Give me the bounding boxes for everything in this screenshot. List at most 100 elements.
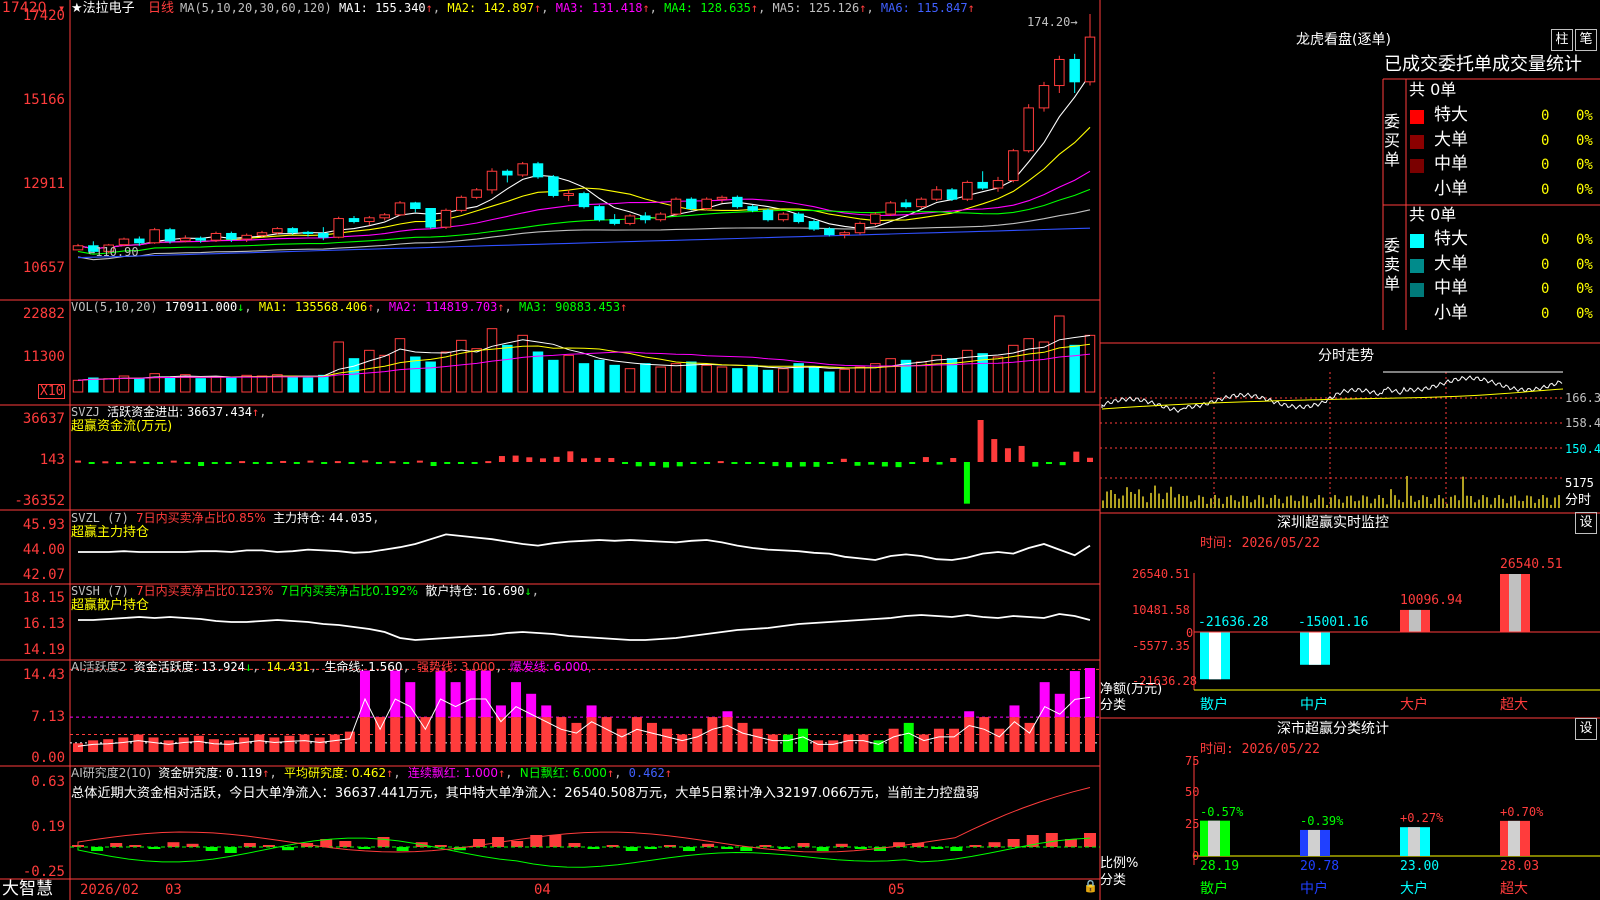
candle-body [871,214,881,223]
candle-body [809,222,819,229]
intraday-vol-bar [1490,505,1492,508]
activity-bar [526,717,536,752]
intraday-vol-bar [1114,494,1116,508]
svzj-bar [1046,462,1052,464]
intraday-vol-bar [1426,497,1428,508]
sell-row-count-1: 0 [1541,258,1549,272]
intraday-vol-bar [1154,486,1156,508]
activity-burst-bar [587,705,597,717]
svzj-bar [143,462,149,464]
volume-bar [1085,335,1095,392]
intraday-tick-3: 150.4 [1565,443,1600,455]
volume-bar [227,378,237,392]
sell-row-pct-1: 0% [1576,258,1593,272]
high-price-marker: 174.20→ [1027,16,1078,28]
stats-change-3: +0.70% [1500,806,1543,818]
monitor-bar-highlight [1309,632,1321,665]
sell-row-count-0: 0 [1541,233,1549,247]
svzj-bar [403,462,409,464]
volume-bar [702,365,712,392]
svzj-tick-2: 143 [40,453,65,467]
buy-total: 共 0单 [1409,82,1456,98]
activity-bar [647,723,657,752]
research-bar [1046,833,1058,847]
svsh-tick-3: 14.19 [23,643,65,657]
intraday-vol-bar [1138,489,1140,508]
research-bar [798,843,810,847]
intraday-vol-bar [1162,499,1164,508]
activity-bar [164,740,174,752]
intraday-vol-bar [1290,495,1292,508]
activity-burst-bar [360,671,370,718]
volume-bar [993,357,1003,392]
activity-bar [300,735,310,752]
intraday-vol-bar [1282,503,1284,508]
activity-bar [677,735,687,752]
period-label[interactable]: 日线 [148,2,174,15]
candle-body [963,182,973,199]
stock-name[interactable]: ★法拉电子 [71,2,135,15]
date-axis-start: 2026/02 [80,883,139,897]
column-view-button[interactable]: 柱 [1551,29,1573,51]
svzj-bar [1060,462,1066,465]
intraday-vol-bar [1542,495,1544,508]
intraday-vol-bar [1150,493,1152,508]
candle-body [932,190,942,199]
lock-icon[interactable]: 🔒 [1083,880,1098,892]
candle-body [181,238,191,241]
intraday-vol-bar [1190,502,1192,508]
sell-row-label-0: 特大 [1434,231,1468,248]
order-stat-header: 已成交委托单成交量统计 [1384,56,1582,74]
svzj-indicator-line: SVZJ 活跃资金进出: 36637.434↑, [71,406,267,418]
stats-value-2: 23.00 [1400,860,1439,873]
svzj-bar [225,462,231,464]
volume-bar [748,365,758,392]
intraday-vol-bar [1318,495,1320,508]
candle-body [472,190,482,197]
stats-settings-button[interactable]: 设 [1575,718,1597,740]
intraday-vol-bar [1246,496,1248,508]
intraday-vol-bar [1466,496,1468,508]
volume-bar [1070,345,1080,392]
volume-bar [288,377,298,392]
chart-svg[interactable] [0,0,1600,900]
sell-row-label-3: 小单 [1434,305,1468,322]
tick-view-button[interactable]: 笔 [1575,29,1597,51]
candle-body [319,233,329,237]
candle-body [426,209,436,228]
intraday-vol-bar [1342,503,1344,508]
svzj-bar [75,461,81,463]
intraday-vol-bar [1306,496,1308,508]
svzj-bar [171,461,177,463]
intraday-tick-2: 158.4 [1565,417,1600,429]
intraday-vol-bar [1174,497,1176,508]
intraday-tick-1: 166.3 [1565,392,1600,404]
vol-tick-1: 22882 [23,307,65,321]
intraday-vol-bar [1278,499,1280,508]
activity-bar [466,717,476,752]
volume-bar [380,355,390,392]
activity-burst-bar [496,705,506,717]
monitor-settings-button[interactable]: 设 [1575,512,1597,534]
activity-burst-bar [1070,671,1080,717]
candle-body [334,219,344,238]
intraday-vol-bar [1390,489,1392,508]
ai-res-tick-1: 0.63 [31,775,65,789]
svzj-bar [581,458,587,462]
intraday-vol-bar [1470,496,1472,508]
svzj-bar [307,461,313,463]
svzj-bar [239,461,245,463]
svsh-tick-2: 16.13 [23,617,65,631]
monitor-tick-1: 26540.51 [1132,568,1190,580]
buy-row-pct-1: 0% [1576,134,1593,148]
intraday-vol-bar [1442,498,1444,508]
volume-bar [763,370,773,392]
svzj-bar [841,459,847,462]
monitor-value-0: -21636.28 [1198,616,1268,629]
intraday-vol-bar [1118,499,1120,508]
svzj-bar [1073,452,1079,462]
volume-bar [257,376,267,392]
activity-burst-bar [1085,668,1095,717]
intraday-vol-bar [1222,504,1224,508]
intraday-vol-bar [1102,500,1104,508]
